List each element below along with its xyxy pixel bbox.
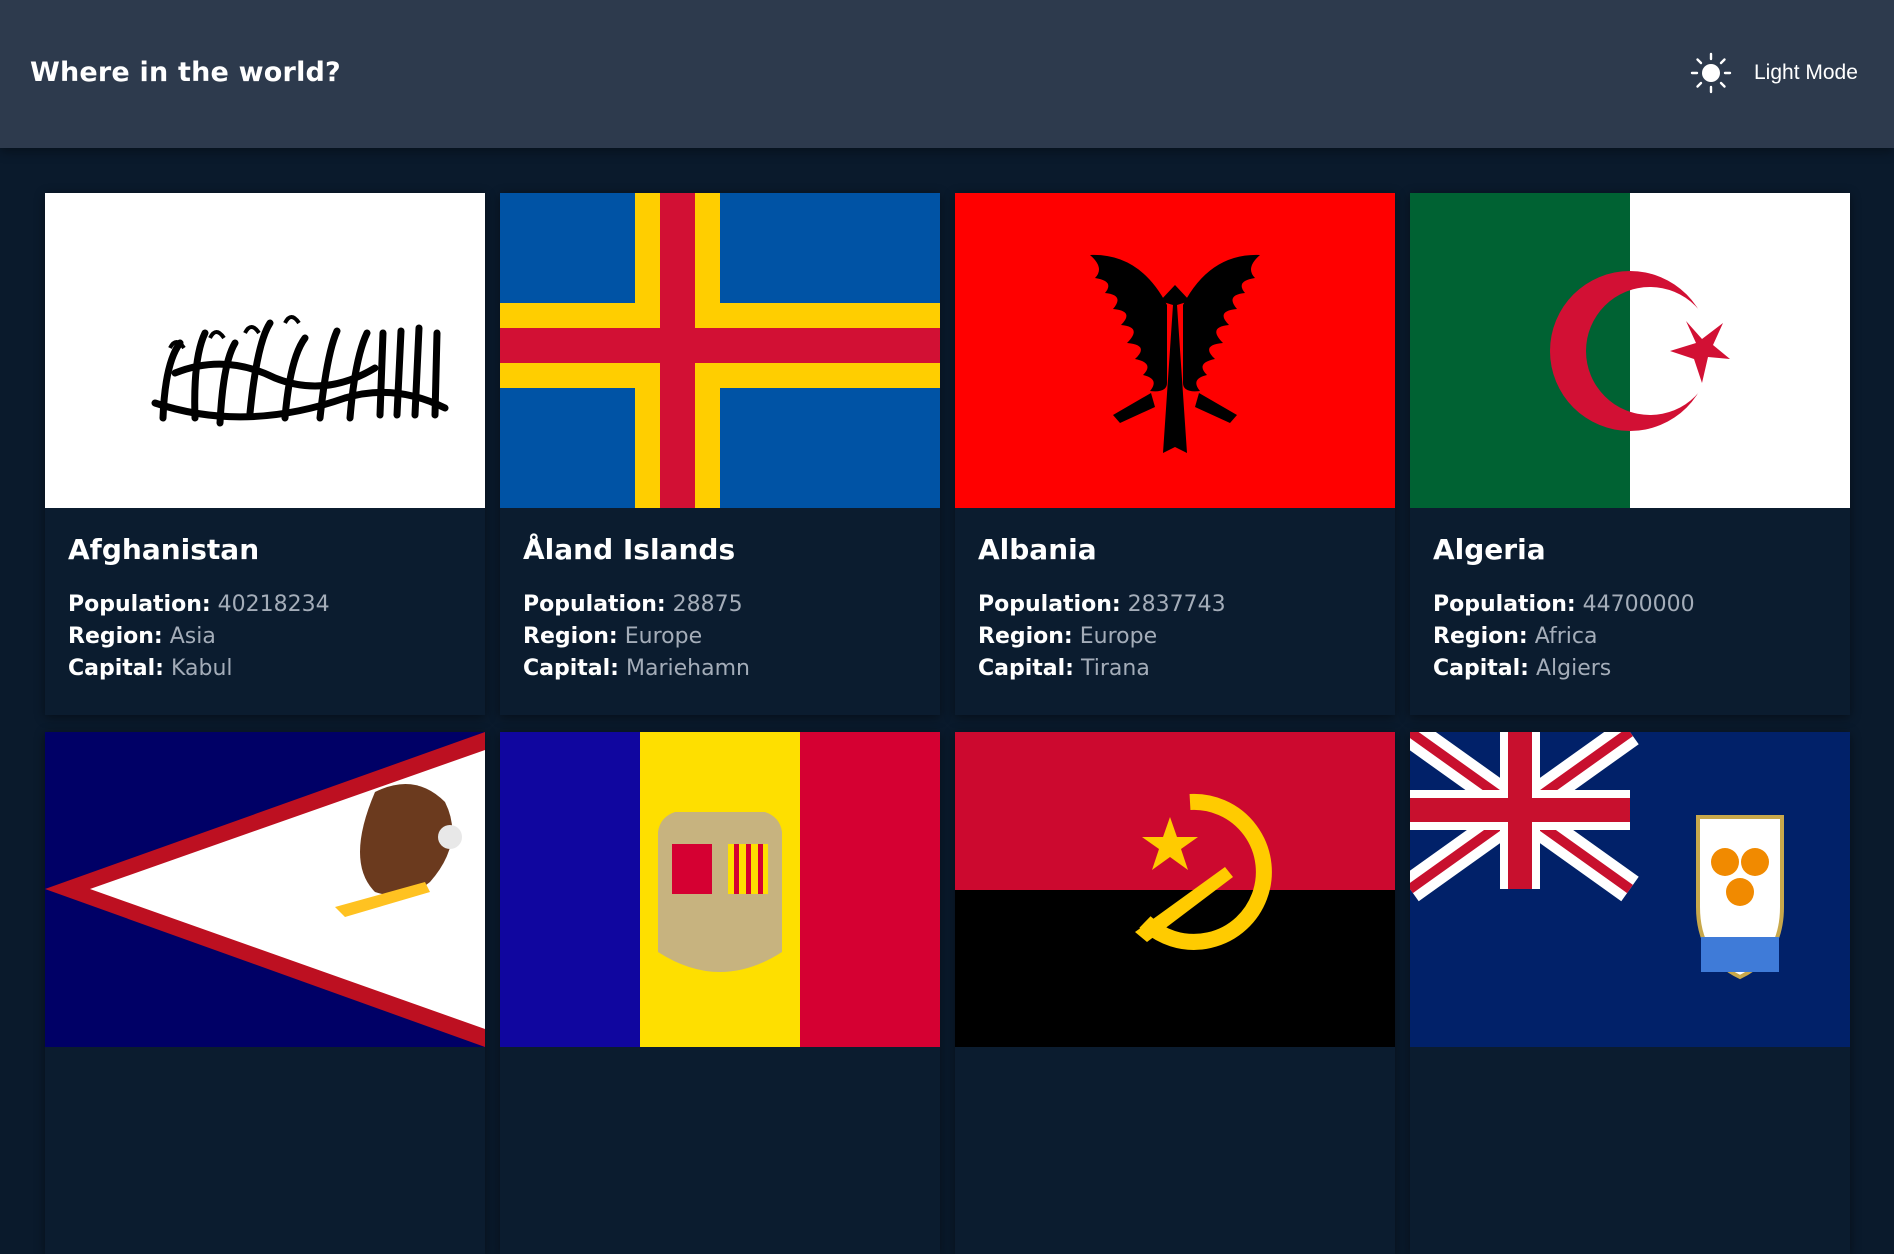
population-value: 2837743	[1127, 592, 1226, 617]
theme-toggle-button[interactable]: Light Mode	[1690, 52, 1858, 94]
population-label: Population:	[68, 592, 211, 617]
aland-islands-flag	[500, 193, 940, 508]
region-label: Region:	[523, 624, 618, 649]
region-row: Region: Africa	[1433, 621, 1834, 653]
capital-value: Tirana	[1080, 656, 1150, 681]
region-label: Region:	[68, 624, 163, 649]
capital-value: Kabul	[170, 656, 233, 681]
region-row: Region: Europe	[523, 621, 924, 653]
region-row: Region: Europe	[978, 621, 1379, 653]
country-card-albania[interactable]: Albania Population: 2837743 Region: Euro…	[955, 193, 1395, 715]
american-samoa-flag	[45, 732, 485, 1047]
capital-label: Capital:	[1433, 656, 1529, 681]
population-value: 40218234	[217, 592, 330, 617]
region-value: Europe	[1079, 624, 1158, 649]
anguilla-flag	[1410, 732, 1850, 1047]
region-value: Europe	[624, 624, 703, 649]
albania-flag	[955, 193, 1395, 508]
region-value: Asia	[169, 624, 216, 649]
app-header: Where in the world? Light Mode	[0, 0, 1894, 148]
country-card-aland-islands[interactable]: Åland Islands Population: 28875 Region: …	[500, 193, 940, 715]
population-row: Population: 2837743	[978, 589, 1379, 621]
capital-value: Algiers	[1535, 656, 1612, 681]
population-label: Population:	[1433, 592, 1576, 617]
country-name: Afghanistan	[68, 533, 260, 566]
capital-value: Mariehamn	[625, 656, 750, 681]
country-card-afghanistan[interactable]: Afghanistan Population: 40218234 Region:…	[45, 193, 485, 715]
capital-label: Capital:	[523, 656, 619, 681]
algeria-flag	[1410, 193, 1850, 508]
country-name: Albania	[978, 533, 1097, 566]
population-row: Population: 40218234	[68, 589, 469, 621]
sun-icon	[1690, 52, 1732, 94]
afghanistan-flag	[45, 193, 485, 508]
population-value: 44700000	[1582, 592, 1695, 617]
capital-row: Capital: Algiers	[1433, 653, 1834, 685]
capital-row: Capital: Mariehamn	[523, 653, 924, 685]
capital-label: Capital:	[978, 656, 1074, 681]
theme-toggle-label: Light Mode	[1754, 61, 1858, 84]
region-label: Region:	[978, 624, 1073, 649]
capital-row: Capital: Kabul	[68, 653, 469, 685]
capital-row: Capital: Tirana	[978, 653, 1379, 685]
region-value: Africa	[1534, 624, 1598, 649]
country-name: Algeria	[1433, 533, 1546, 566]
andorra-flag	[500, 732, 940, 1047]
population-label: Population:	[523, 592, 666, 617]
population-value: 28875	[672, 592, 743, 617]
country-card-algeria[interactable]: Algeria Population: 44700000 Region: Afr…	[1410, 193, 1850, 715]
country-card-american-samoa[interactable]	[45, 732, 485, 1254]
country-name: Åland Islands	[523, 533, 736, 566]
population-label: Population:	[978, 592, 1121, 617]
country-card-andorra[interactable]	[500, 732, 940, 1254]
region-label: Region:	[1433, 624, 1528, 649]
population-row: Population: 28875	[523, 589, 924, 621]
region-row: Region: Asia	[68, 621, 469, 653]
app-title: Where in the world?	[30, 57, 341, 88]
angola-flag	[955, 732, 1395, 1047]
capital-label: Capital:	[68, 656, 164, 681]
country-card-angola[interactable]	[955, 732, 1395, 1254]
country-card-anguilla[interactable]	[1410, 732, 1850, 1254]
population-row: Population: 44700000	[1433, 589, 1834, 621]
